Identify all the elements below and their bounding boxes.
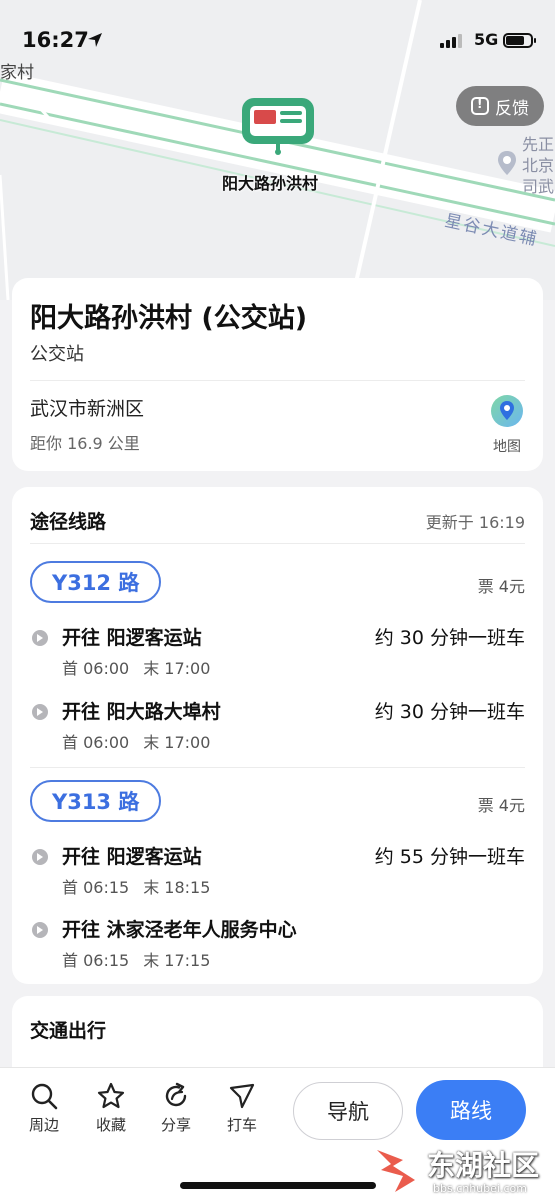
map-icon [491,395,523,427]
direction-destination: 开往 阳大路大埠村 [62,701,221,723]
chevron-right-icon [32,630,48,646]
direction-times: 首 06:00 末 17:00 [62,655,224,679]
route-direction-row[interactable]: 开往 沐家泾老年人服务中心 首 06:15 末 17:15 [30,915,525,975]
navigate-button[interactable]: 导航 [293,1082,403,1140]
map-place-label: 家村 [0,63,34,83]
page-title: 阳大路孙洪村 (公交站) [30,303,308,334]
stop-info-card: 阳大路孙洪村 (公交站) 公交站 武汉市新洲区 距你 16.9 公里 地图 [12,278,543,471]
route-direction-row[interactable]: 开往 阳逻客运站 约 30 分钟一班车 首 06:00 末 17:00 [30,623,525,683]
route-direction-row[interactable]: 开往 阳大路大埠村 约 30 分钟一班车 首 06:00 末 17:00 [30,697,525,757]
share-button[interactable]: 分享 [151,1082,201,1135]
bus-stop-marker-icon[interactable] [241,97,315,155]
search-icon [31,1083,58,1110]
chevron-right-icon [32,922,48,938]
direction-times: 首 06:00 末 17:00 [62,729,224,753]
direction-frequency: 约 55 分钟一班车 [374,846,525,868]
routes-updated-time: 更新于 16:19 [425,513,525,532]
network-type: 5G [474,30,499,49]
watermark-title: 东湖社区 [427,1149,540,1182]
route-badge-y313[interactable]: Y313 路 [30,780,162,822]
stop-district: 武汉市新洲区 [30,398,145,420]
map-poi-label: 先正北京司武 [522,135,555,196]
feedback-label: 反馈 [495,98,529,119]
map-stop-label: 阳大路孙洪村 [222,174,319,193]
nearby-label: 周边 [28,1116,59,1134]
status-time: 16:27 [22,28,89,52]
chevron-right-icon [32,704,48,720]
first-bus-time: 首 06:00 [62,659,130,678]
transit-heading: 交通出行 [30,1020,107,1042]
feedback-button[interactable]: 反馈 [456,86,544,126]
routes-heading: 途径线路 [30,511,107,533]
star-icon [97,1082,125,1109]
first-bus-time: 首 06:15 [62,878,130,897]
taxi-button[interactable]: 打车 [217,1082,267,1135]
watermark-logo: 东湖社区 bbs.cnhubei.com [375,1140,555,1200]
direction-destination: 开往 阳逻客运站 [62,627,202,649]
share-label: 分享 [160,1116,191,1134]
stop-type: 公交站 [30,344,84,365]
route-direction-row[interactable]: 开往 阳逻客运站 约 55 分钟一班车 首 06:15 末 18:15 [30,842,525,902]
status-bar: 16:27 5G [0,24,555,58]
favorite-button[interactable]: 收藏 [86,1082,136,1135]
share-icon [165,1082,187,1107]
chevron-right-icon [32,849,48,865]
divider [30,767,525,768]
map-view[interactable]: 16:27 5G 家村 反馈 阳大路孙洪村 先正北京司武 星谷大道辅 [0,0,555,300]
stop-distance: 距你 16.9 公里 [30,434,140,453]
route-badge-y312[interactable]: Y312 路 [30,561,162,603]
first-bus-time: 首 06:00 [62,733,130,752]
watermark-icon [377,1150,415,1192]
last-bus-time: 末 18:15 [143,878,211,897]
direction-times: 首 06:15 末 17:15 [62,947,224,971]
taxi-label: 打车 [226,1116,257,1134]
direction-destination: 开往 沐家泾老年人服务中心 [62,919,297,941]
battery-icon [503,33,536,48]
last-bus-time: 末 17:00 [143,659,211,678]
home-indicator [180,1182,376,1189]
direction-times: 首 06:15 末 18:15 [62,874,224,898]
cellular-signal-icon [440,34,462,48]
taxi-icon [229,1083,255,1109]
route-fare: 票 4元 [477,796,525,815]
back-icon[interactable] [30,92,58,120]
feedback-icon [471,97,489,115]
routes-card: 途径线路 更新于 16:19 Y312 路 票 4元 开往 阳逻客运站 约 30… [12,487,543,984]
first-bus-time: 首 06:15 [62,951,130,970]
divider [30,543,525,544]
poi-pin-icon[interactable] [497,150,517,176]
direction-frequency: 约 30 分钟一班车 [374,701,525,723]
direction-frequency: 约 30 分钟一班车 [374,627,525,649]
last-bus-time: 末 17:00 [143,733,211,752]
last-bus-time: 末 17:15 [143,951,211,970]
route-fare: 票 4元 [477,577,525,596]
favorite-label: 收藏 [95,1116,126,1134]
route-button[interactable]: 路线 [416,1080,526,1140]
direction-destination: 开往 阳逻客运站 [62,846,202,868]
watermark-url: bbs.cnhubei.com [433,1182,527,1195]
map-button[interactable]: 地图 [489,394,525,456]
nearby-button[interactable]: 周边 [19,1082,69,1135]
divider [30,380,525,381]
map-button-label: 地图 [493,439,521,455]
location-arrow-icon [88,33,102,47]
